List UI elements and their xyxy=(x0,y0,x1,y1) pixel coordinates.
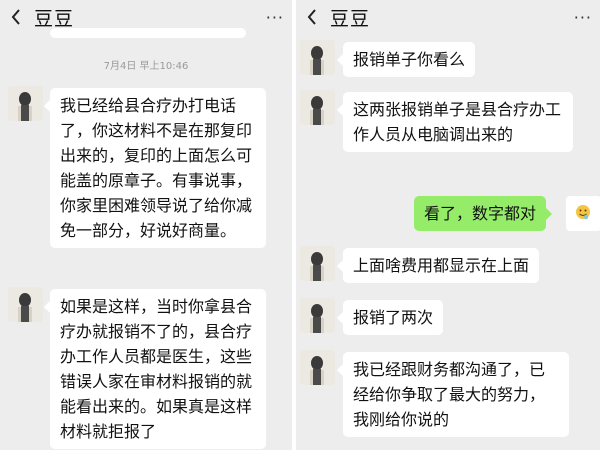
message-bubble-partial xyxy=(50,28,246,38)
message-bubble-incoming[interactable]: 报销单子你看么 xyxy=(336,42,476,77)
contact-avatar[interactable] xyxy=(300,298,335,333)
message-bubble-incoming[interactable]: 我已经跟财务都沟通了，已经给你争取了最大的努力，我刚给你说的 xyxy=(337,352,569,437)
left-chat-panel: 豆豆 ··· 7月4日 早上10:46 我已经给县合疗办打电话了，你这材料不是在… xyxy=(0,0,292,450)
message-bubble-outgoing[interactable]: 看了，数字都对 xyxy=(414,196,553,231)
chat-header: 豆豆 ··· xyxy=(296,0,600,34)
right-chat-panel: 豆豆 ··· 报销单子你看么 这两张报销单子是县合疗办工作人员从电脑调出来的 看… xyxy=(296,0,600,450)
chat-title: 豆豆 xyxy=(34,7,75,30)
contact-avatar[interactable] xyxy=(8,86,43,121)
smiley-emoji-avatar-icon[interactable] xyxy=(566,196,600,231)
chevron-left-icon[interactable] xyxy=(4,5,28,29)
message-bubble-incoming[interactable]: 报销了两次 xyxy=(336,300,444,335)
chevron-left-icon[interactable] xyxy=(300,5,324,29)
chat-title: 豆豆 xyxy=(330,7,371,30)
contact-avatar[interactable] xyxy=(8,287,43,322)
message-bubble-incoming[interactable]: 这两张报销单子是县合疗办工作人员从电脑调出来的 xyxy=(337,92,573,152)
contact-avatar[interactable] xyxy=(300,246,335,281)
more-dots-icon[interactable]: ··· xyxy=(266,8,284,27)
more-dots-icon[interactable]: ··· xyxy=(574,8,592,27)
message-timestamp: 7月4日 早上10:46 xyxy=(103,61,189,72)
message-bubble-incoming[interactable]: 上面啥费用都显示在上面 xyxy=(336,248,540,283)
contact-avatar[interactable] xyxy=(300,40,335,75)
contact-avatar[interactable] xyxy=(300,90,335,125)
message-bubble-incoming[interactable]: 我已经给县合疗办打电话了，你这材料不是在那复印出来的，复印的上面怎么可能盖的原章… xyxy=(44,88,266,248)
contact-avatar[interactable] xyxy=(300,350,335,385)
message-bubble-incoming[interactable]: 如果是这样，当时你拿县合疗办就报销不了的，县合疗办工作人员都是医生，这些错误人家… xyxy=(44,289,266,449)
